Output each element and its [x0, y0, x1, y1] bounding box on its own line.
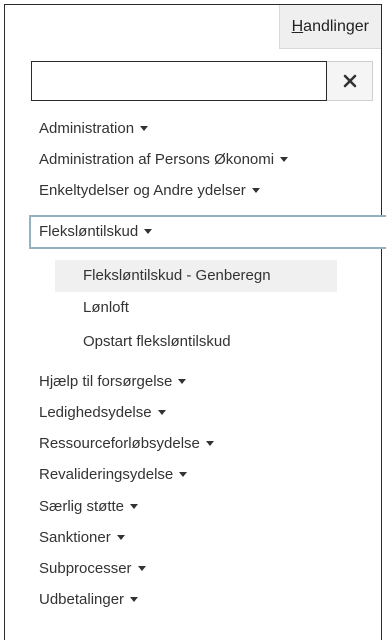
menu-item-label: Sanktioner — [39, 529, 111, 546]
menu-item-label: Revalideringsydelse — [39, 466, 174, 483]
menu-item-ledighedsydelse[interactable]: Ledighedsydelse — [39, 399, 166, 427]
caret-down-icon — [116, 534, 125, 540]
menu-item-label: Udbetalinger — [39, 591, 125, 608]
submenu-item-lonloft[interactable]: Lønloft — [83, 294, 129, 322]
menu-item-hjaelp-til-forsorgelse[interactable]: Hjælp til forsørgelse — [39, 368, 187, 396]
menu-item-label: Subprocesser — [39, 560, 132, 577]
actions-panel: Handlinger Administration Administration… — [4, 4, 386, 640]
menu-item-label: Administration — [39, 120, 135, 137]
menu-item-administration-af-persons-okonomi[interactable]: Administration af Persons Økonomi — [39, 146, 289, 174]
actions-accesskey: H — [291, 18, 304, 35]
menu-item-label: Ressourceforløbsydelse — [39, 435, 200, 452]
submenu-item-label: Fleksløntilskud - Genberegn — [83, 267, 271, 284]
menu-item-administration[interactable]: Administration — [39, 115, 149, 143]
menu-item-label: Hjælp til forsørgelse — [39, 373, 173, 390]
menu-item-label: Administration af Persons Økonomi — [39, 151, 275, 168]
menu-item-label: Særlig støtte — [39, 498, 125, 515]
actions-label: andlinger — [303, 18, 369, 35]
caret-down-icon — [178, 378, 187, 384]
menu-item-label: Ledighedsydelse — [39, 404, 152, 421]
menu-item-flekslontilskud[interactable]: Fleksløntilskud — [29, 215, 386, 249]
menu-item-enkeltydelser[interactable]: Enkeltydelser og Andre ydelser — [39, 177, 260, 205]
menu-item-sanktioner[interactable]: Sanktioner — [39, 524, 125, 552]
submenu-item-opstart[interactable]: Opstart fleksløntilskud — [83, 328, 231, 356]
menu-item-ressourceforlobsydelse[interactable]: Ressourceforløbsydelse — [39, 430, 214, 458]
caret-down-icon — [130, 596, 139, 602]
search-row — [31, 61, 373, 101]
menu-item-subprocesser[interactable]: Subprocesser — [39, 555, 146, 583]
submenu-item-label: Opstart fleksløntilskud — [83, 333, 231, 350]
clear-search-button[interactable] — [327, 61, 373, 101]
menu-item-udbetalinger[interactable]: Udbetalinger — [39, 586, 139, 614]
caret-down-icon — [179, 471, 188, 477]
close-icon — [343, 74, 356, 88]
caret-down-icon — [144, 228, 153, 234]
menu-item-label: Enkeltydelser og Andre ydelser — [39, 182, 246, 199]
menu-item-revalideringsydelse[interactable]: Revalideringsydelse — [39, 461, 188, 489]
toolbar: Handlinger — [5, 5, 381, 51]
submenu-item-genberegn[interactable]: Fleksløntilskud - Genberegn — [83, 262, 271, 290]
caret-down-icon — [140, 125, 149, 131]
caret-down-icon — [251, 187, 260, 193]
search-input[interactable] — [31, 61, 327, 101]
menu-item-label: Fleksløntilskud — [39, 223, 139, 240]
submenu-item-label: Lønloft — [83, 299, 129, 316]
caret-down-icon — [157, 409, 166, 415]
caret-down-icon — [137, 565, 146, 571]
caret-down-icon — [205, 440, 214, 446]
caret-down-icon — [130, 503, 139, 509]
menu-item-saerlig-stotte[interactable]: Særlig støtte — [39, 493, 139, 521]
actions-button[interactable]: Handlinger — [278, 5, 381, 49]
caret-down-icon — [280, 156, 289, 162]
